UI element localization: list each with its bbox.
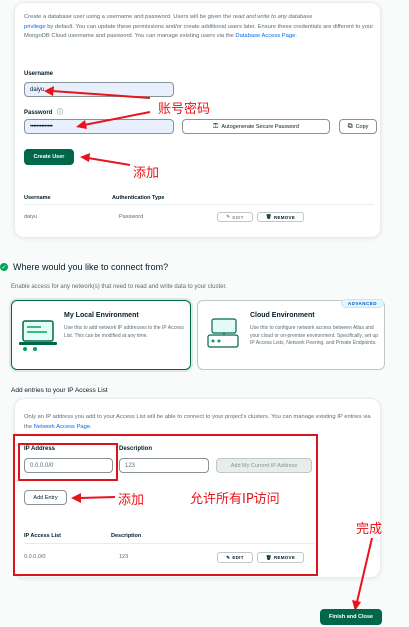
arrow-to-add-entry (79, 496, 116, 499)
annotation-done: 完成 (356, 522, 383, 537)
arrowhead-password (76, 120, 87, 129)
user-row-username: daiyu (24, 214, 38, 220)
annotation-add-entry: 添加 (118, 493, 145, 508)
annotation-allow-all-ip: 允许所有IP访问 (190, 492, 280, 507)
arrow-to-finish (356, 537, 373, 603)
pencil-icon: ✎ (226, 214, 231, 219)
ip-access-intro: Only an IP address you add to your Acces… (24, 414, 371, 430)
local-environment-desc: Use this to add network IP addresses to … (64, 325, 184, 339)
user-row-auth: Password (119, 214, 144, 220)
check-circle-icon: ✓ (0, 263, 8, 271)
users-table-divider (24, 204, 374, 205)
arrowhead-create-user (80, 153, 90, 162)
network-access-page-link[interactable]: Network Access Page (34, 424, 90, 430)
arrowhead-add-entry (71, 493, 81, 503)
finish-and-close-button[interactable]: Finish and Close (320, 609, 382, 625)
users-header-auth: Authentication Type (112, 195, 165, 201)
user-remove-button[interactable]: 🗑 REMOVE (257, 212, 304, 222)
cloud-illustration-icon (207, 318, 239, 348)
annotation-add-user: 添加 (133, 166, 160, 181)
laptop-illustration-icon (19, 320, 57, 351)
arrow-to-username (51, 90, 151, 99)
cloud-environment-title: Cloud Environment (250, 312, 315, 319)
arrow-to-password (83, 111, 151, 126)
local-environment-option[interactable]: My Local Environment Use this to add net… (11, 300, 191, 370)
user-edit-button[interactable]: ✎ EDIT (217, 212, 253, 222)
local-environment-title: My Local Environment (64, 312, 139, 319)
cloud-environment-option[interactable]: ADVANCED Cloud Environment Use this to c… (197, 299, 385, 370)
advanced-badge: ADVANCED (340, 299, 384, 308)
connect-subtitle: Enable access for any network(s) that ne… (11, 284, 227, 290)
connect-title: ✓ Where would you like to connect from? (0, 262, 169, 272)
arrow-to-create-user (87, 157, 131, 166)
arrowhead-username (44, 86, 54, 96)
trash-icon: 🗑 (265, 214, 272, 219)
ip-access-heading: Add entries to your IP Access List (11, 387, 108, 394)
annotation-arrows-top (44, 86, 151, 166)
annotation-account-password: 账号密码 (158, 102, 211, 117)
users-header-username: Username (24, 195, 51, 201)
cloud-environment-desc: Use this to configure network access bet… (250, 325, 379, 346)
